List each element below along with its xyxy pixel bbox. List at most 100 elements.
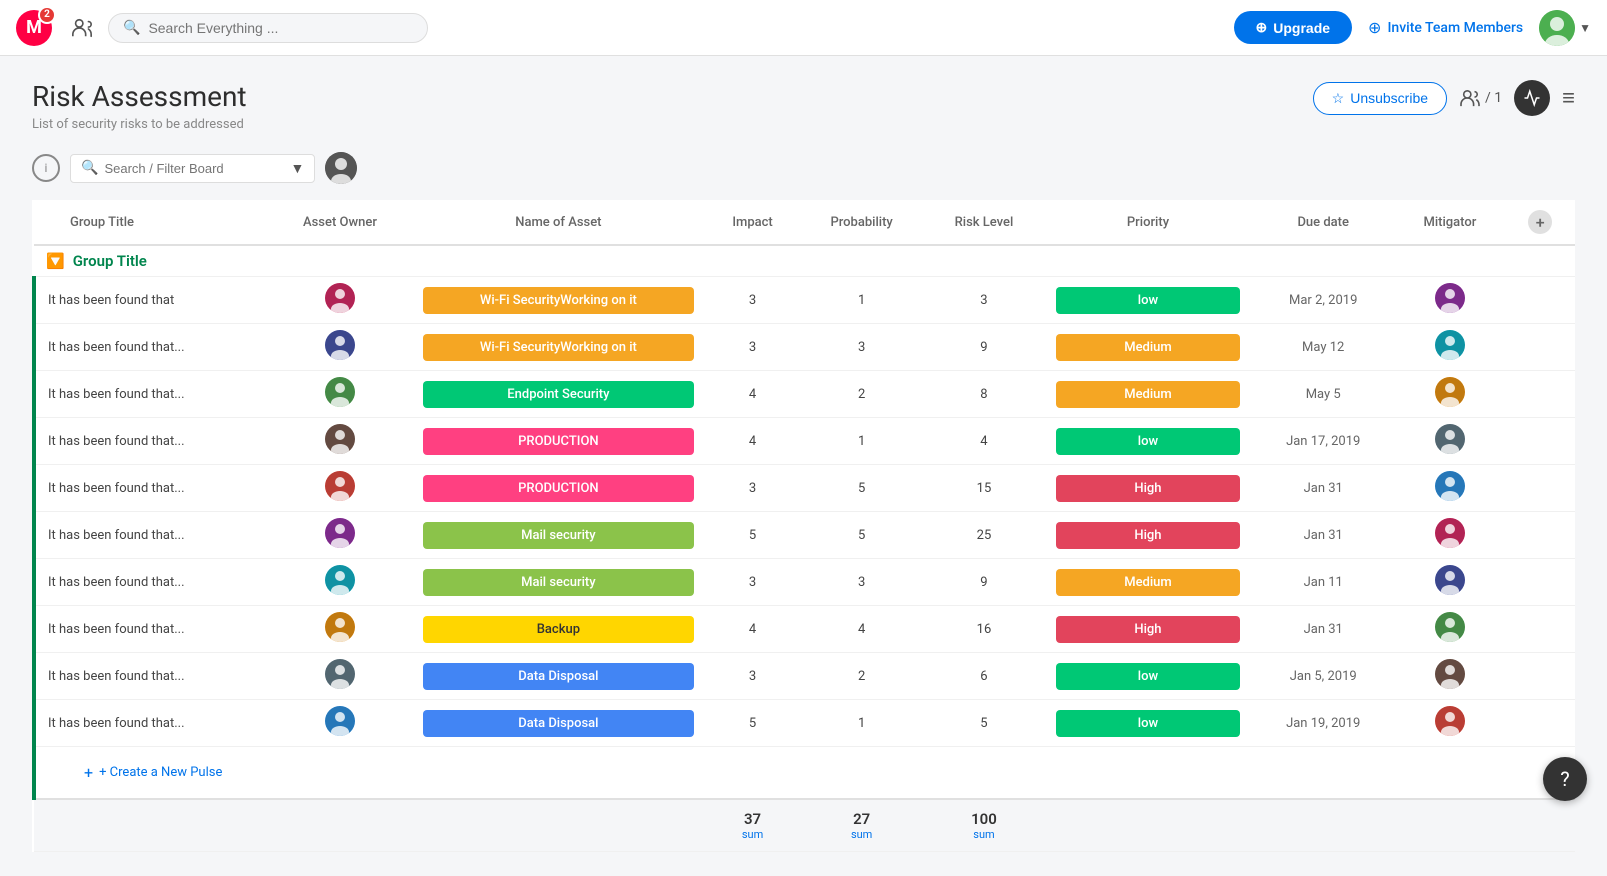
info-button[interactable]: i xyxy=(32,154,60,182)
mitigator-cell[interactable] xyxy=(1394,465,1505,512)
invite-team-button[interactable]: ⊕ Invite Team Members xyxy=(1368,18,1523,37)
asset-name-cell[interactable]: Mail security xyxy=(411,512,706,559)
asset-owner-cell[interactable] xyxy=(269,371,411,418)
mitigator-cell[interactable] xyxy=(1394,324,1505,371)
mitigator-cell[interactable] xyxy=(1394,559,1505,606)
filter-dropdown-icon[interactable]: ▼ xyxy=(290,160,304,177)
priority-cell[interactable]: High xyxy=(1044,606,1252,653)
mitigator-cell[interactable] xyxy=(1394,371,1505,418)
asset-name-cell[interactable]: Data Disposal xyxy=(411,700,706,747)
asset-pill: Wi-Fi SecurityWorking on it xyxy=(423,334,694,361)
asset-owner-cell[interactable] xyxy=(269,324,411,371)
row-label-cell: It has been found that... xyxy=(34,512,269,559)
create-pulse-button[interactable]: + + Create a New Pulse xyxy=(48,753,1563,792)
asset-owner-cell[interactable] xyxy=(269,559,411,606)
asset-name-cell[interactable]: Mail security xyxy=(411,559,706,606)
col-probability: Probability xyxy=(799,200,924,245)
mitigator-cell[interactable] xyxy=(1394,700,1505,747)
people-icon[interactable] xyxy=(64,10,100,46)
mitigator-cell[interactable] xyxy=(1394,606,1505,653)
row-label-cell: It has been found that... xyxy=(34,465,269,512)
impact-cell: 3 xyxy=(706,465,799,512)
impact-cell: 4 xyxy=(706,418,799,465)
impact-cell: 3 xyxy=(706,324,799,371)
asset-owner-cell[interactable] xyxy=(269,512,411,559)
upgrade-button[interactable]: ⊕ Upgrade xyxy=(1234,11,1353,44)
risk-level-cell: 8 xyxy=(924,371,1044,418)
priority-cell[interactable]: low xyxy=(1044,418,1252,465)
asset-owner-cell[interactable] xyxy=(269,418,411,465)
help-button[interactable]: ? xyxy=(1543,757,1587,801)
priority-cell[interactable]: Medium xyxy=(1044,559,1252,606)
row-label: It has been found that... xyxy=(48,387,185,402)
activity-button[interactable] xyxy=(1514,80,1550,116)
user-avatar[interactable] xyxy=(1539,10,1575,46)
mitigator-cell[interactable] xyxy=(1394,653,1505,700)
asset-name-cell[interactable]: Wi-Fi SecurityWorking on it xyxy=(411,324,706,371)
create-pulse-row[interactable]: + + Create a New Pulse xyxy=(34,747,1575,800)
row-label-cell: It has been found that... xyxy=(34,371,269,418)
priority-cell[interactable]: low xyxy=(1044,700,1252,747)
priority-pill: Medium xyxy=(1056,334,1240,361)
page-content: Risk Assessment List of security risks t… xyxy=(0,56,1607,876)
risk-level-cell: 6 xyxy=(924,653,1044,700)
risk-level-cell: 25 xyxy=(924,512,1044,559)
filter-input-field[interactable] xyxy=(104,161,280,176)
risk-level-cell: 15 xyxy=(924,465,1044,512)
priority-pill: High xyxy=(1056,475,1240,502)
page-title: Risk Assessment xyxy=(32,80,1313,113)
priority-pill: low xyxy=(1056,663,1240,690)
asset-pill: Mail security xyxy=(423,522,694,549)
row-label: It has been found that... xyxy=(48,575,185,590)
filter-search-icon: 🔍 xyxy=(81,160,98,176)
due-date-cell: May 12 xyxy=(1252,324,1394,371)
asset-owner-cell[interactable] xyxy=(269,700,411,747)
table-row: It has been found that... Mail security … xyxy=(34,559,1575,606)
filter-search-bar[interactable]: 🔍 ▼ xyxy=(70,154,315,183)
asset-owner-cell[interactable] xyxy=(269,465,411,512)
table-row: It has been found that... Backup 4 4 16 … xyxy=(34,606,1575,653)
unsubscribe-button[interactable]: ☆ Unsubscribe xyxy=(1313,82,1447,115)
probability-cell: 2 xyxy=(799,371,924,418)
priority-pill: low xyxy=(1056,287,1240,314)
asset-name-cell[interactable]: PRODUCTION xyxy=(411,418,706,465)
asset-owner-cell[interactable] xyxy=(269,653,411,700)
priority-cell[interactable]: low xyxy=(1044,653,1252,700)
mitigator-cell[interactable] xyxy=(1394,277,1505,324)
priority-cell[interactable]: High xyxy=(1044,512,1252,559)
global-search-bar[interactable]: 🔍 xyxy=(108,13,428,43)
page-actions: ☆ Unsubscribe / 1 ≡ xyxy=(1313,80,1575,116)
priority-cell[interactable]: Medium xyxy=(1044,371,1252,418)
create-pulse-label: + Create a New Pulse xyxy=(99,765,222,780)
nav-chevron-icon[interactable]: ▼ xyxy=(1579,21,1591,35)
mitigator-cell[interactable] xyxy=(1394,512,1505,559)
top-navigation: M 2 🔍 ⊕ Upgrade ⊕ Invite Team Members ▼ xyxy=(0,0,1607,56)
priority-pill: low xyxy=(1056,428,1240,455)
asset-name-cell[interactable]: PRODUCTION xyxy=(411,465,706,512)
mitigator-cell[interactable] xyxy=(1394,418,1505,465)
group-chevron-icon: 🔽 xyxy=(46,252,65,270)
col-risk-level: Risk Level xyxy=(924,200,1044,245)
asset-name-cell[interactable]: Endpoint Security xyxy=(411,371,706,418)
priority-cell[interactable]: Medium xyxy=(1044,324,1252,371)
asset-name-cell[interactable]: Data Disposal xyxy=(411,653,706,700)
asset-name-cell[interactable]: Wi-Fi SecurityWorking on it xyxy=(411,277,706,324)
priority-cell[interactable]: low xyxy=(1044,277,1252,324)
filter-avatar[interactable] xyxy=(325,152,357,184)
search-input[interactable] xyxy=(148,20,413,36)
group-title[interactable]: 🔽 Group Title xyxy=(46,252,1563,270)
row-label-cell: It has been found that... xyxy=(34,324,269,371)
page-subtitle: List of security risks to be addressed xyxy=(32,117,1313,132)
table-row: It has been found that... Endpoint Secur… xyxy=(34,371,1575,418)
menu-button[interactable]: ≡ xyxy=(1562,85,1575,111)
priority-cell[interactable]: High xyxy=(1044,465,1252,512)
col-add[interactable]: + xyxy=(1505,200,1575,245)
asset-pill: Data Disposal xyxy=(423,663,694,690)
app-logo[interactable]: M 2 xyxy=(16,10,52,46)
asset-name-cell[interactable]: Backup xyxy=(411,606,706,653)
asset-owner-cell[interactable] xyxy=(269,606,411,653)
asset-owner-cell[interactable] xyxy=(269,277,411,324)
row-label: It has been found that... xyxy=(48,669,185,684)
members-button[interactable]: / 1 xyxy=(1459,89,1502,107)
star-icon: ☆ xyxy=(1332,90,1345,107)
